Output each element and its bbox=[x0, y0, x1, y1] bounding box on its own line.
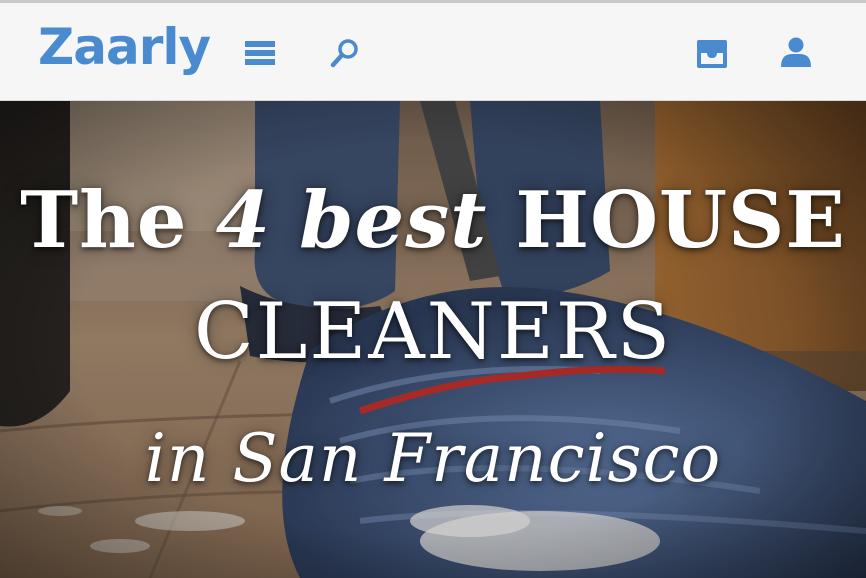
inbox-icon bbox=[697, 40, 727, 68]
user-icon bbox=[781, 37, 811, 67]
menu-icon bbox=[245, 41, 275, 65]
hero-headline-emphasis: 4 best bbox=[215, 175, 488, 266]
zaarly-logo[interactable]: Zaarly bbox=[38, 17, 211, 77]
page: Zaarly The 4 best HOUSE CLEANERS in San … bbox=[0, 0, 866, 578]
hero-headline-line-2: CLEANERS bbox=[193, 287, 673, 377]
search-icon bbox=[330, 39, 358, 68]
hero-headline-line-1: The 4 best HOUSE bbox=[0, 176, 866, 266]
top-navigation-bar: Zaarly bbox=[0, 0, 866, 101]
hero-headline-line-3: in San Francisco bbox=[144, 420, 722, 497]
account-button[interactable] bbox=[780, 36, 812, 69]
menu-button[interactable] bbox=[245, 39, 275, 67]
search-button[interactable] bbox=[330, 38, 360, 68]
hero-headline-part-2: HOUSE bbox=[487, 175, 846, 266]
hero-headline-part-1: The bbox=[20, 175, 216, 266]
inbox-button[interactable] bbox=[696, 37, 728, 69]
hero-banner: The 4 best HOUSE CLEANERS in San Francis… bbox=[0, 101, 866, 578]
